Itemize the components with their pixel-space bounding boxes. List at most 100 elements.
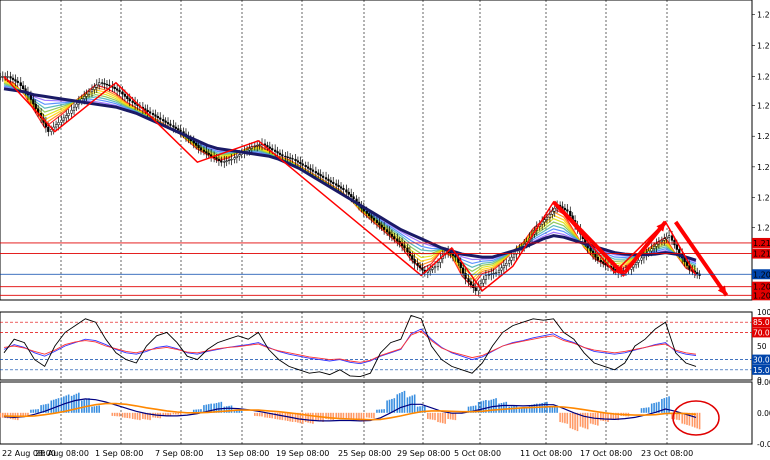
- time-tick-label: 1 Sep 08:00: [95, 449, 143, 458]
- candle-body: [22, 85, 25, 90]
- candle-body: [256, 145, 259, 147]
- candle-body: [309, 168, 312, 171]
- price-tick-label: 1.26450: [757, 102, 770, 111]
- price-tick-label: 1.22470: [757, 223, 770, 232]
- candle-body: [146, 109, 149, 112]
- macd-bar: [118, 412, 121, 417]
- macd-bar: [645, 407, 648, 413]
- macd-bar: [116, 412, 118, 417]
- macd-bar: [386, 400, 388, 413]
- macd-bar: [582, 412, 584, 428]
- candle-body: [375, 220, 379, 223]
- macd-bar: [607, 412, 609, 422]
- candle-body: [365, 210, 368, 214]
- candle-body: [65, 115, 68, 119]
- candle-body: [83, 96, 86, 99]
- candle-body: [640, 257, 643, 261]
- candle-body: [429, 269, 432, 272]
- candle-body: [385, 229, 389, 233]
- candle-body: [602, 261, 605, 264]
- macd-bar: [256, 412, 259, 417]
- time-tick-label: 28 Aug 08:00: [35, 449, 89, 458]
- candle-body: [47, 126, 50, 132]
- macd-bar: [643, 407, 645, 413]
- time-tick-label: 13 Sep 08:00: [216, 449, 269, 458]
- macd-bar: [1, 412, 4, 418]
- candle-body: [103, 83, 106, 85]
- candle-body: [151, 113, 155, 116]
- candle-body: [329, 180, 332, 183]
- macd-bar: [437, 412, 439, 423]
- candle-body: [589, 247, 592, 252]
- macd-bar: [136, 412, 139, 420]
- candle-body: [291, 158, 294, 160]
- candle-body: [652, 246, 656, 249]
- macd-bar: [261, 412, 263, 417]
- candle-body: [372, 217, 376, 221]
- candle-body: [199, 147, 203, 151]
- osc-level-label: 15.0000: [753, 366, 770, 375]
- candle-body: [311, 169, 315, 172]
- macd-bar: [444, 412, 446, 424]
- candle-body: [268, 146, 271, 149]
- candle-body: [413, 259, 416, 264]
- candle-body: [258, 144, 261, 146]
- candle-body: [95, 84, 98, 88]
- candle-body: [115, 88, 119, 91]
- candle-body: [195, 142, 198, 146]
- macd-bar: [447, 412, 449, 419]
- macd-bar: [55, 398, 57, 413]
- macd-bar: [640, 408, 643, 413]
- candle-body: [0, 76, 2, 78]
- time-tick-label: 11 Oct 08:00: [520, 449, 572, 458]
- candle-body: [553, 207, 556, 212]
- macd-bar: [337, 412, 340, 418]
- candle-body: [337, 184, 340, 187]
- candle-body: [345, 189, 348, 193]
- candle-body: [128, 98, 131, 102]
- candle-body: [215, 157, 218, 160]
- candle-body: [482, 279, 485, 284]
- candle-body: [396, 238, 399, 242]
- candle-body: [321, 175, 325, 178]
- candle-body: [512, 253, 516, 258]
- candle-body: [250, 146, 253, 149]
- price-tick-label: 1.28410: [757, 42, 770, 51]
- macd-bar: [571, 412, 574, 430]
- macd-bar: [34, 409, 37, 413]
- candle-body: [436, 262, 440, 267]
- macd-bar: [19, 412, 22, 416]
- level-label: 1.21617: [753, 250, 770, 259]
- macd-bar: [131, 412, 134, 419]
- candle-body: [299, 161, 302, 165]
- candle-body: [75, 103, 78, 108]
- macd-bar: [508, 406, 511, 413]
- candle-body: [248, 148, 251, 151]
- time-tick-label: 19 Sep 08:00: [276, 449, 329, 458]
- candle-body: [62, 117, 66, 121]
- candle-body: [317, 172, 320, 175]
- macd-bar: [653, 402, 655, 413]
- candle-body: [101, 82, 104, 84]
- macd-bar: [142, 412, 144, 419]
- candle-body: [569, 210, 572, 217]
- candle-body: [637, 259, 640, 263]
- candle-body: [500, 267, 503, 271]
- candle-body: [594, 253, 597, 258]
- macd-bar: [139, 412, 141, 421]
- candle-body: [484, 275, 488, 280]
- candle-body: [90, 89, 94, 93]
- macd-bar: [498, 403, 500, 413]
- candle-body: [406, 247, 409, 253]
- macd-bar: [413, 394, 416, 413]
- trading-chart[interactable]: 1.219641.216171.209411.205351.20253 1.29…: [0, 0, 770, 460]
- macd-bar: [681, 412, 684, 424]
- candle-body: [352, 196, 355, 200]
- candle-body: [85, 93, 88, 97]
- time-tick-label: 17 Oct 08:00: [580, 449, 632, 458]
- candle-body: [121, 91, 124, 95]
- candle-body: [32, 99, 35, 105]
- macd-bar: [403, 390, 406, 413]
- macd-bar: [665, 397, 668, 413]
- macd-bar: [332, 412, 335, 421]
